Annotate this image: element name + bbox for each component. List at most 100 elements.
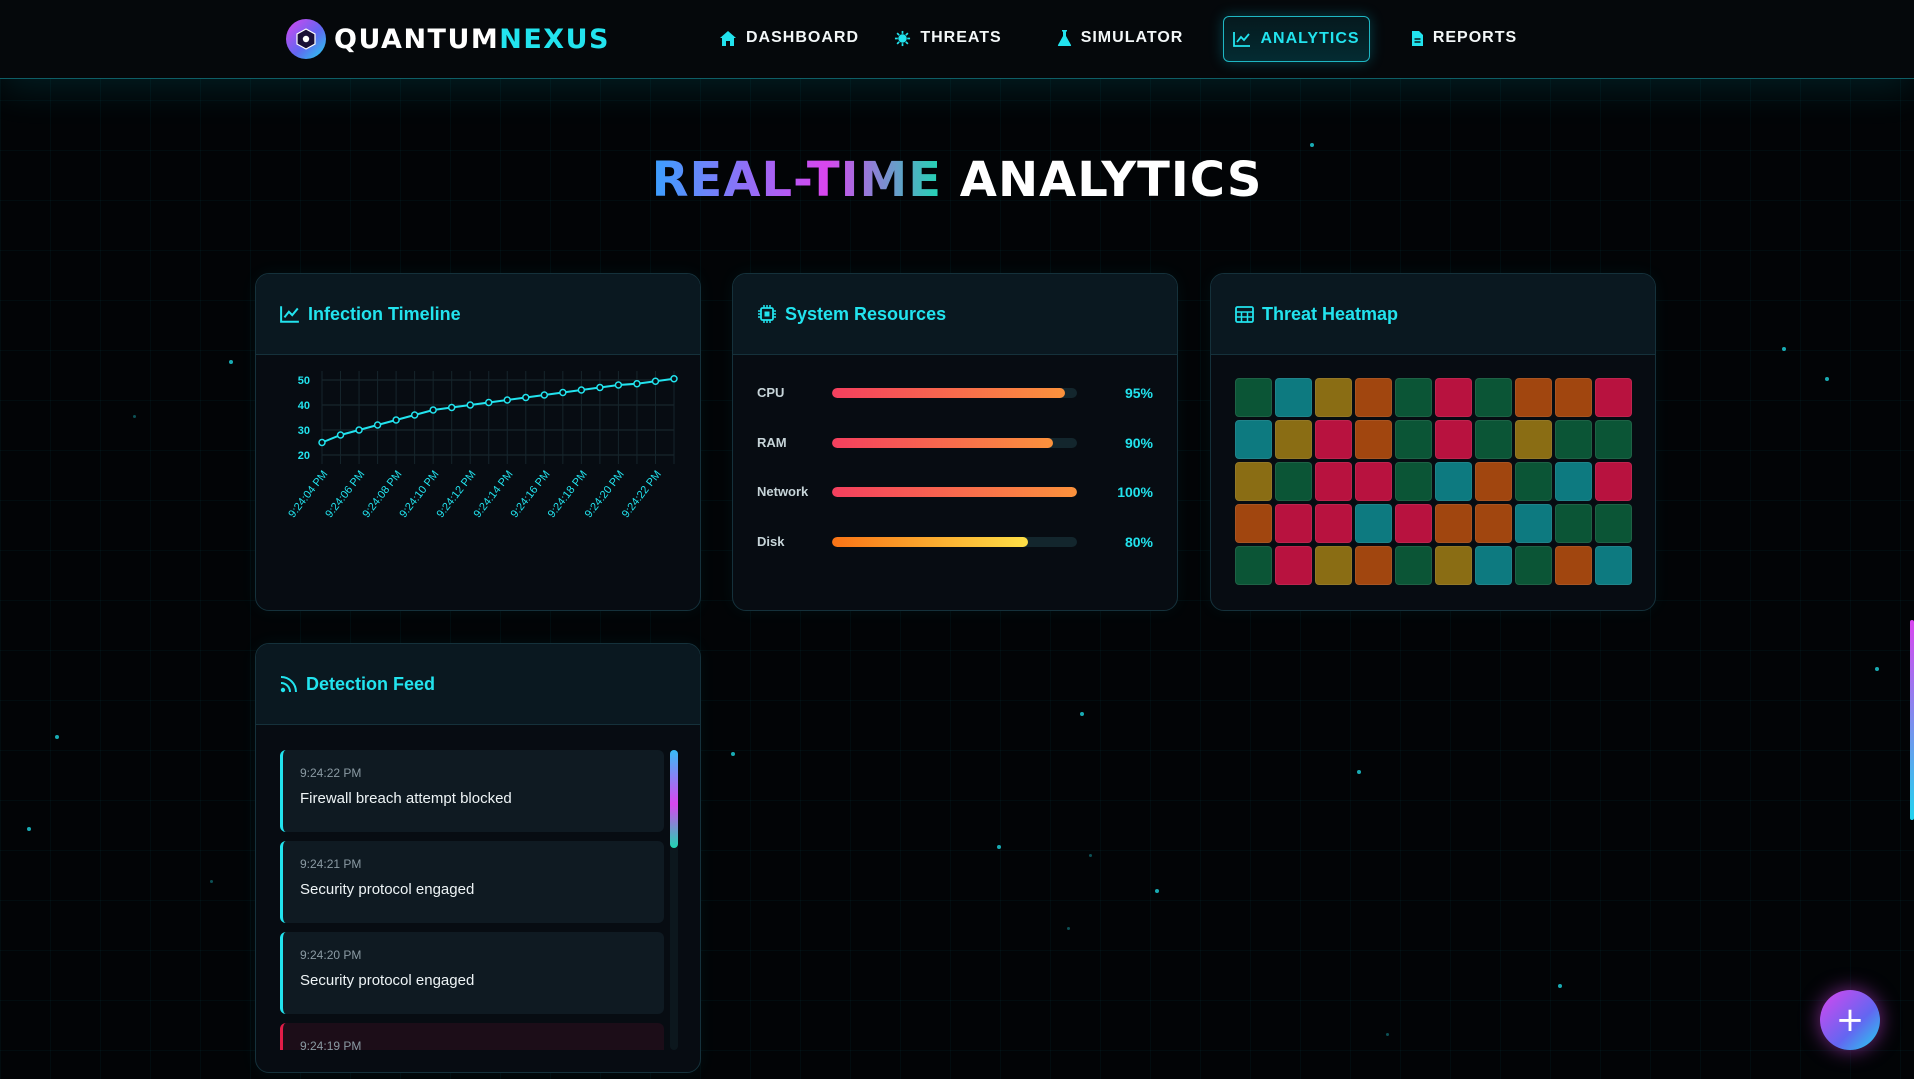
heatmap-cell[interactable] [1355,462,1392,501]
heatmap-cell[interactable] [1515,420,1552,459]
resource-bar-fill [832,388,1065,398]
feed-scrollbar-thumb[interactable] [670,750,678,848]
heatmap-cell[interactable] [1315,546,1352,585]
heatmap-cell[interactable] [1435,504,1472,543]
data-point [651,377,660,385]
heatmap-cell[interactable] [1595,378,1632,417]
heatmap-cell[interactable] [1315,378,1352,417]
data-point [596,383,604,392]
card-body: CPU 95% RAM 90% Network 100% Disk 80% [733,355,1177,610]
heatmap-cell[interactable] [1555,462,1592,501]
heatmap-cell[interactable] [1595,420,1632,459]
feed-item[interactable]: 9:24:21 PM Security protocol engaged [280,841,664,923]
heatmap-cell[interactable] [1235,420,1272,459]
page-title-highlight: REAL-TIME [651,152,943,208]
heatmap-cell[interactable] [1555,420,1592,459]
heatmap-cell[interactable] [1435,378,1472,417]
heatmap-cell[interactable] [1395,462,1432,501]
particle [1386,1033,1389,1036]
heatmap-cell[interactable] [1435,546,1472,585]
threat-heatmap-grid [1235,378,1632,585]
resource-bar-fill [832,438,1053,448]
heatmap-cell[interactable] [1275,462,1312,501]
heatmap-cell[interactable] [1355,504,1392,543]
detection-feed-card: Detection Feed 9:24:22 PM Firewall breac… [255,643,701,1073]
heatmap-cell[interactable] [1275,378,1312,417]
heatmap-cell[interactable] [1235,378,1272,417]
particle [55,735,59,739]
heatmap-cell[interactable] [1555,546,1592,585]
data-point [410,411,419,419]
heatmap-cell[interactable] [1475,462,1512,501]
nav-simulator[interactable]: SIMULATOR [1049,16,1191,60]
heatmap-cell[interactable] [1275,546,1312,585]
heatmap-cell[interactable] [1475,378,1512,417]
detection-feed-list[interactable]: 9:24:22 PM Firewall breach attempt block… [280,750,664,1050]
heatmap-cell[interactable] [1555,504,1592,543]
feed-item[interactable]: 9:24:22 PM Firewall breach attempt block… [280,750,664,832]
heatmap-cell[interactable] [1555,378,1592,417]
nav-analytics[interactable]: ANALYTICS [1223,16,1370,62]
heatmap-cell[interactable] [1515,462,1552,501]
heatmap-cell[interactable] [1395,378,1432,417]
heatmap-cell[interactable] [1595,462,1632,501]
particle [1825,377,1829,381]
data-point [336,431,345,439]
data-point [614,381,623,389]
chart-line-icon [280,305,300,323]
nav-dashboard[interactable]: DASHBOARD [701,16,877,60]
resource-bar-fill [832,487,1077,497]
heatmap-cell[interactable] [1315,462,1352,501]
resource-bar-fill [832,537,1028,547]
particle [1357,770,1361,774]
heatmap-cell[interactable] [1315,420,1352,459]
feed-item-time: 9:24:22 PM [300,766,362,780]
feed-scrollbar[interactable] [670,750,678,1050]
data-point [355,426,363,434]
nav-simulator-label: SIMULATOR [1080,29,1184,46]
heatmap-cell[interactable] [1595,504,1632,543]
particle [133,415,136,418]
add-action-button[interactable]: + [1820,990,1880,1050]
heatmap-cell[interactable] [1235,462,1272,501]
heatmap-cell[interactable] [1395,504,1432,543]
heatmap-cell[interactable] [1595,546,1632,585]
heatmap-cell[interactable] [1475,420,1512,459]
heatmap-cell[interactable] [1355,546,1392,585]
card-header: Infection Timeline [256,274,700,355]
heatmap-cell[interactable] [1435,420,1472,459]
resource-bar-track [832,388,1077,398]
resource-value: 80% [1124,534,1153,550]
heatmap-cell[interactable] [1235,504,1272,543]
heatmap-cell[interactable] [1435,462,1472,501]
heatmap-cell[interactable] [1475,504,1512,543]
heatmap-cell[interactable] [1275,504,1312,543]
heatmap-cell[interactable] [1235,546,1272,585]
heatmap-cell[interactable] [1395,420,1432,459]
heatmap-cell[interactable] [1275,420,1312,459]
heatmap-cell[interactable] [1515,378,1552,417]
heatmap-cell[interactable] [1515,504,1552,543]
heatmap-cell[interactable] [1315,504,1352,543]
heatmap-cell[interactable] [1355,378,1392,417]
nav-reports[interactable]: REPORTS [1406,16,1522,60]
data-point [429,406,437,414]
resource-value: 100% [1117,484,1153,500]
heatmap-cell[interactable] [1355,420,1392,459]
particle [1067,927,1070,930]
nav-threats[interactable]: THREATS [889,16,1007,60]
particle [1782,347,1786,351]
resource-value: 95% [1124,385,1153,401]
brand[interactable]: QUANTUMNEXUS [286,18,610,60]
feed-item-message: Security protocol engaged [300,972,475,989]
heatmap-cell[interactable] [1475,546,1512,585]
particle [1089,854,1092,857]
heatmap-cell[interactable] [1515,546,1552,585]
nav-reports-label: REPORTS [1432,29,1518,46]
feed-item-alert[interactable]: 9:24:19 PM [280,1023,664,1050]
heatmap-cell[interactable] [1395,546,1432,585]
feed-item[interactable]: 9:24:20 PM Security protocol engaged [280,932,664,1014]
card-title: System Resources [785,303,947,324]
feed-item-message: Security protocol engaged [300,881,475,898]
card-body [1211,355,1655,610]
